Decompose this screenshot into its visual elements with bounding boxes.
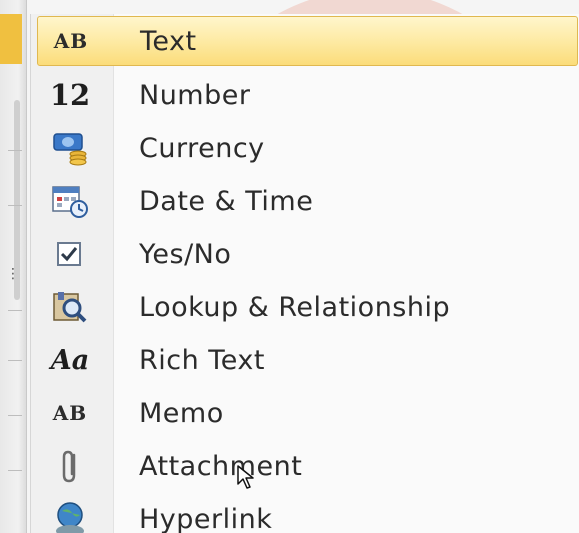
menu-item-attachment[interactable]: Attachment [31,440,579,492]
gutter-tick [8,415,22,416]
gutter-tick [8,150,22,151]
number-12-icon: 12 [49,78,91,112]
menu-item-label: Text [140,25,197,57]
paperclip-icon [45,446,95,486]
gutter-dots: ⋮ [6,266,20,282]
menu-item-lookup-relationship[interactable]: Lookup & Relationship [31,281,579,333]
menu-item-text[interactable]: AB Text [37,16,578,66]
menu-item-label: Date & Time [139,185,314,217]
rich-text-aa-icon: Aa [50,344,90,376]
menu-item-date-time[interactable]: Date & Time [31,175,579,227]
menu-item-number[interactable]: 12 Number [31,69,579,121]
menu-item-label: Rich Text [139,344,265,376]
menu-item-currency[interactable]: Currency [31,122,579,174]
gutter-tick [8,310,22,311]
memo-ab-icon: AB [52,401,88,425]
menu-item-label: Attachment [139,450,303,482]
menu-item-label: Yes/No [139,238,232,270]
menu-item-label: Currency [139,132,265,164]
text-ab-icon: AB [53,29,89,53]
menu-item-label: Number [139,79,251,111]
gutter-accent [0,14,22,64]
gutter-tick [8,470,22,471]
field-type-menu: AB Text 12 Number Currency Date & Time Y… [30,14,579,533]
menu-item-label: Memo [139,397,224,429]
field-type-dropdown-screenshot: ⋮ AB Text 12 Number Currency Date & Time… [0,0,579,533]
menu-item-yes-no[interactable]: Yes/No [31,228,579,280]
calendar-clock-icon [45,181,95,221]
menu-item-label: Lookup & Relationship [139,291,451,323]
menu-item-rich-text[interactable]: Aa Rich Text [31,334,579,386]
globe-link-icon [45,499,95,533]
currency-coins-icon [45,128,95,168]
menu-item-label: Hyperlink [139,503,273,533]
checkbox-icon [45,234,95,274]
gutter-tick [8,205,22,206]
gutter-tick [8,360,22,361]
menu-item-hyperlink[interactable]: Hyperlink [31,493,579,533]
lookup-magnifier-icon [45,287,95,327]
menu-item-memo[interactable]: AB Memo [31,387,579,439]
